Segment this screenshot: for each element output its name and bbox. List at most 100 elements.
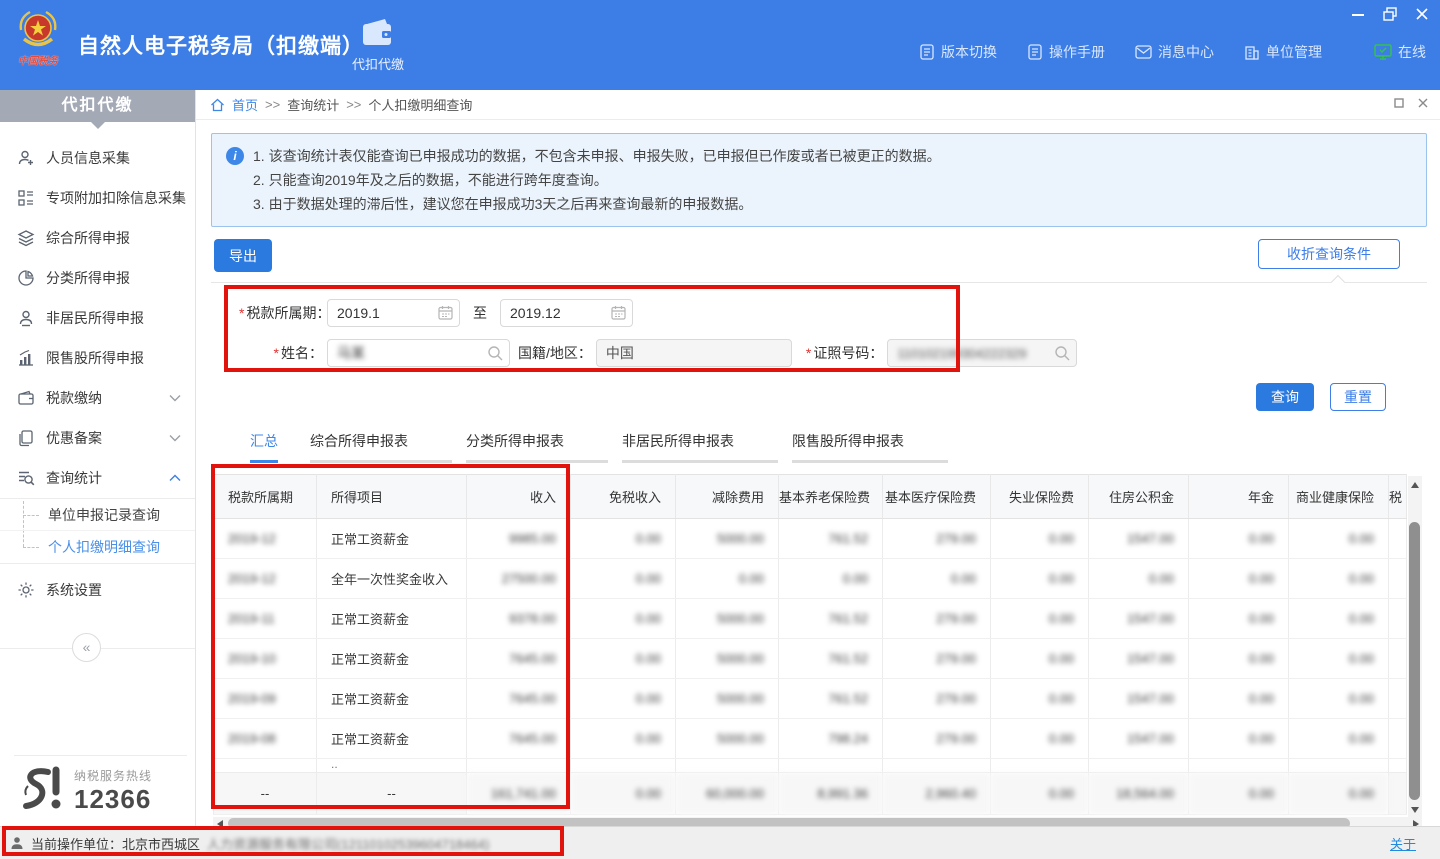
- sidebar-item-label: 限售股所得申报: [46, 348, 144, 368]
- table-cell: 0.00: [991, 773, 1089, 815]
- report-tab[interactable]: 综合所得申报表: [310, 431, 452, 463]
- sidebar-item-special-deduction[interactable]: 专项附加扣除信息采集: [0, 178, 195, 218]
- content: i 1. 该查询统计表仅能查询已申报成功的数据，不包含未申报、申报失败，已申报但…: [196, 120, 1440, 830]
- sidebar-item-query-statistics[interactable]: 查询统计: [0, 458, 195, 498]
- minimize-button[interactable]: [1350, 6, 1366, 22]
- table-cell: 0.00: [1289, 559, 1389, 599]
- report-tab[interactable]: 非居民所得申报表: [622, 431, 778, 463]
- table-cell: 5000.00: [676, 679, 779, 719]
- current-unit-text: 当前操作单位：北京市西城区: [31, 834, 200, 853]
- sidebar-collapse-row: «: [0, 628, 195, 668]
- table-cell: 5000.00: [676, 599, 779, 639]
- table-totals-row: ----161,741.000.0060,000.008,991.362,960…: [214, 773, 1407, 815]
- breadcrumb-home-link[interactable]: 首页: [232, 95, 258, 114]
- table-cell: 279.00: [883, 719, 991, 759]
- table-cell: 7645.00: [467, 639, 571, 679]
- table-cell: 0.00: [1189, 719, 1289, 759]
- scroll-up-arrow[interactable]: [1408, 478, 1422, 492]
- online-monitor-icon: [1374, 44, 1392, 60]
- close-button[interactable]: [1414, 6, 1430, 22]
- table-cell: 0.00: [991, 599, 1089, 639]
- table-cell: 279.00: [883, 599, 991, 639]
- table-cell: 2019-12: [214, 559, 317, 599]
- tax-emblem-logo: 中国税务: [12, 8, 64, 67]
- reset-button[interactable]: 重置: [1330, 383, 1386, 411]
- nationality-input[interactable]: 中国: [596, 339, 792, 367]
- sidebar-item-label: 分类所得申报: [46, 268, 130, 288]
- panel-close-icon[interactable]: [1418, 98, 1428, 108]
- column-header: 商业健康保险: [1289, 475, 1389, 519]
- query-button[interactable]: 查询: [1256, 383, 1314, 411]
- column-header: 失业保险费: [991, 475, 1089, 519]
- nav-manual[interactable]: 操作手册: [1027, 42, 1105, 62]
- sidebar-item-preferential-filing[interactable]: 优惠备案: [0, 418, 195, 458]
- nav-unit-management[interactable]: 单位管理: [1244, 42, 1322, 62]
- table-cell: 761.52: [779, 679, 883, 719]
- panel-maximize-icon[interactable]: [1394, 98, 1404, 108]
- column-header: 税款所属期: [214, 475, 317, 519]
- search-icon[interactable]: [487, 345, 503, 361]
- about-link[interactable]: 关于: [1390, 834, 1416, 853]
- brand: 中国税务 自然人电子税务局（扣缴端）: [12, 8, 364, 67]
- module-tab-withholding[interactable]: 代扣代缴: [352, 18, 404, 73]
- search-icon[interactable]: [1054, 345, 1070, 361]
- restore-button[interactable]: [1382, 6, 1398, 22]
- sidebar-collapse-button[interactable]: «: [72, 633, 101, 662]
- sidebar-item-nonresident-income[interactable]: 非居民所得申报: [0, 298, 195, 338]
- table-cell: 2019-12: [214, 519, 317, 559]
- report-tab[interactable]: 分类所得申报表: [466, 431, 608, 463]
- id-number-input[interactable]: 110102199304222329: [887, 339, 1077, 367]
- sidebar-item-system-settings[interactable]: 系统设置: [0, 570, 195, 610]
- name-label: *姓名：: [239, 343, 323, 363]
- sidebar-subitem-unit-declaration-query[interactable]: 单位申报记录查询: [0, 499, 195, 531]
- panel-notch: [1331, 275, 1345, 289]
- table-cell: 0.00: [571, 679, 676, 719]
- name-input[interactable]: 马某: [327, 339, 510, 367]
- export-button[interactable]: 导出: [214, 239, 272, 272]
- nav-message-center[interactable]: 消息中心: [1135, 42, 1214, 62]
- table-cell: 761.52: [779, 519, 883, 559]
- table-cell: 0.00: [991, 559, 1089, 599]
- sidebar-item-label: 优惠备案: [46, 428, 102, 448]
- search-list-icon: [16, 468, 36, 488]
- table-cell: 正常工资薪金: [317, 639, 467, 679]
- sidebar-item-comprehensive-income[interactable]: 综合所得申报: [0, 218, 195, 258]
- report-tab[interactable]: 汇总: [250, 431, 278, 463]
- table-cell: 0.00: [883, 559, 991, 599]
- table-cell: 正常工资薪金: [317, 519, 467, 559]
- collapse-query-conditions-button[interactable]: 收折查询条件: [1258, 239, 1400, 269]
- emblem-text: 中国税务: [12, 52, 64, 67]
- period-to-input[interactable]: 2019.12: [500, 299, 633, 327]
- id-number-value: 110102199304222329: [897, 346, 1026, 361]
- sidebar-subitem-personal-withholding-detail-query[interactable]: 个人扣缴明细查询: [0, 531, 195, 563]
- period-from-input[interactable]: 2019.1: [327, 299, 460, 327]
- table-row: 2019-12正常工资薪金9985.000.005000.00761.52279…: [214, 519, 1407, 559]
- query-conditions-panel: *税款所属期： 2019.1 至 2019.12 *姓名： 马某: [211, 282, 1427, 411]
- table-cell: [1189, 759, 1289, 773]
- table-cell: 0.00: [571, 719, 676, 759]
- module-tab-label: 代扣代缴: [352, 54, 404, 73]
- vertical-scrollbar[interactable]: [1408, 476, 1422, 817]
- scroll-down-arrow[interactable]: [1408, 803, 1422, 817]
- sidebar-item-classified-income[interactable]: 分类所得申报: [0, 258, 195, 298]
- report-tabs: 汇总综合所得申报表分类所得申报表非居民所得申报表限售股所得申报表: [250, 431, 1427, 463]
- table-cell: 0.00: [1289, 519, 1389, 559]
- table-cell: 正常工资薪金: [317, 679, 467, 719]
- sidebar-item-label: 综合所得申报: [46, 228, 130, 248]
- id-number-label: *证照号码：: [806, 343, 883, 363]
- sidebar-item-tax-payment[interactable]: 税款缴纳: [0, 378, 195, 418]
- table-cell: 279.00: [883, 679, 991, 719]
- sidebar-item-restricted-stock[interactable]: 限售股所得申报: [0, 338, 195, 378]
- person-add-icon: [16, 148, 36, 168]
- vertical-scroll-thumb[interactable]: [1409, 522, 1420, 800]
- sidebar-item-personnel-info[interactable]: 人员信息采集: [0, 138, 195, 178]
- nav-version-switch[interactable]: 版本切换: [919, 42, 997, 62]
- window-controls: [1350, 6, 1430, 22]
- top-navigation: 版本切换 操作手册 消息中心 单位管理: [919, 42, 1322, 62]
- table-cell: [214, 759, 317, 773]
- result-table: 税款所属期所得项目收入免税收入减除费用基本养老保险费基本医疗保险费失业保险费住房…: [213, 474, 1407, 815]
- wallet-icon: [361, 18, 395, 48]
- bar-chart-icon: [16, 348, 36, 368]
- report-tab[interactable]: 限售股所得申报表: [792, 431, 948, 463]
- table-cell: [1389, 759, 1407, 773]
